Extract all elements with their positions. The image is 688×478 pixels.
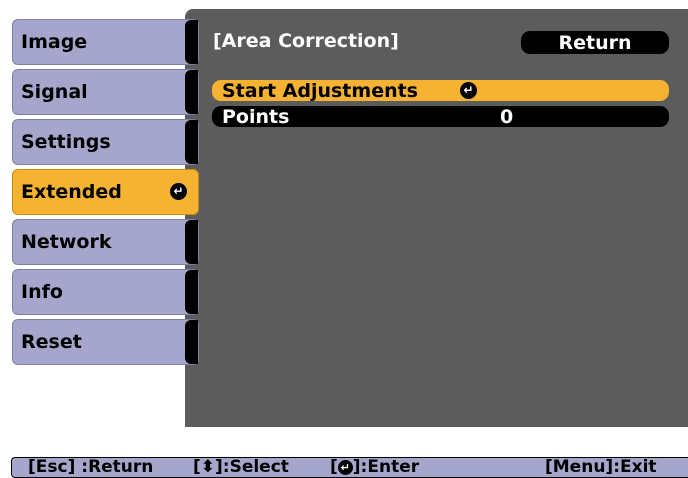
- tab-info[interactable]: Info: [12, 269, 199, 315]
- enter-icon: ↵: [460, 82, 477, 99]
- help-select: [⬍]:Select: [193, 457, 289, 477]
- help-enter-suffix: ]:Enter: [352, 457, 420, 477]
- tab-label: Info: [21, 281, 63, 303]
- help-enter-prefix: [: [330, 457, 338, 477]
- menu-item-start-adjustments[interactable]: Start Adjustments ↵: [212, 79, 669, 102]
- return-button[interactable]: Return: [521, 31, 669, 54]
- help-enter: [↵]:Enter: [330, 458, 419, 477]
- help-bar: [Esc] :Return [⬍]:Select [↵]:Enter [Menu…: [11, 457, 688, 478]
- page-title: [Area Correction]: [213, 30, 399, 52]
- tab-label: Extended: [21, 181, 122, 203]
- help-menu: [Menu]:Exit: [545, 457, 657, 477]
- menu-item-label: Start Adjustments: [222, 79, 418, 102]
- points-value: 0: [500, 105, 514, 128]
- tab-notch: [185, 320, 198, 364]
- enter-icon: ↵: [170, 183, 187, 200]
- tab-network[interactable]: Network: [12, 219, 199, 265]
- tab-notch: [185, 270, 198, 314]
- help-esc: [Esc] :Return: [28, 457, 154, 477]
- tab-settings[interactable]: Settings: [12, 119, 199, 165]
- tab-label: Settings: [21, 131, 111, 153]
- tab-label: Signal: [21, 81, 88, 103]
- tab-notch: [185, 220, 198, 264]
- menu-item-points[interactable]: Points 0: [212, 105, 669, 128]
- tab-notch: [185, 120, 198, 164]
- menu-item-label: Points: [222, 105, 290, 128]
- tab-image[interactable]: Image: [12, 19, 199, 65]
- menu-panel: [185, 9, 688, 427]
- tab-label: Network: [21, 231, 112, 253]
- tab-extended[interactable]: Extended ↵: [12, 169, 199, 215]
- tab-notch: [185, 70, 198, 114]
- enter-icon: ↵: [337, 459, 353, 475]
- tab-label: Reset: [21, 331, 82, 353]
- tab-label: Image: [21, 31, 88, 53]
- tab-notch: [185, 20, 198, 64]
- tab-reset[interactable]: Reset: [12, 319, 199, 365]
- tab-signal[interactable]: Signal: [12, 69, 199, 115]
